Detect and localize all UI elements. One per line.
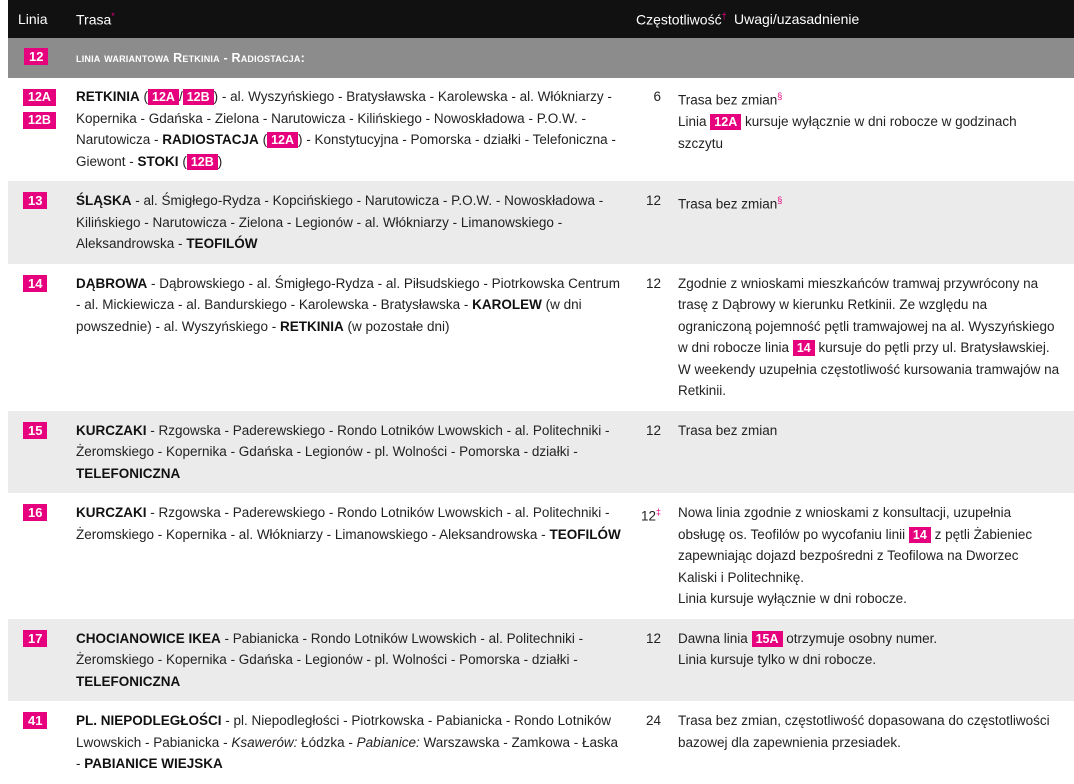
header-frequency: Częstotliwość† <box>636 10 727 28</box>
notes-cell: Trasa bez zmian§ <box>678 195 783 212</box>
table-row: 12A 12B RETKINIA (12A/12B) - al. Wyszyńs… <box>8 78 1074 181</box>
notes-cell: Trasa bez zmian, częstotliwość dopasowan… <box>678 713 1050 750</box>
header-route: Trasa* <box>76 10 115 28</box>
header-line: Linia <box>18 11 48 27</box>
route-cell: CHOCIANOWICE IKEA - Pabianicka - Rondo L… <box>76 630 584 689</box>
line-cell: 15 <box>8 420 76 485</box>
table-row: 16 KURCZAKI - Rzgowska - Paderewskiego -… <box>8 493 1074 619</box>
line-cell: 17 <box>8 628 76 693</box>
banner-title: linia wariantowa Retkinia - Radiostacja: <box>76 51 305 65</box>
frequency-cell: 12 <box>645 193 661 208</box>
line-badge: 15 <box>23 421 48 439</box>
route-cell: KURCZAKI - Rzgowska - Paderewskiego - Ro… <box>76 422 610 481</box>
route-cell: ŚLĄSKA - al. Śmigłego-Rydza - Kopcińskie… <box>76 193 604 251</box>
notes-cell: Dawna linia 15A otrzymuje osobny numer. L… <box>678 630 938 667</box>
notes-cell: Nowa linia zgodnie z wnioskami z konsult… <box>678 505 1033 606</box>
notes-cell: Trasa bez zmian <box>678 422 778 438</box>
line-badge: 41 <box>23 712 48 729</box>
line-badge: 13 <box>23 192 48 209</box>
routes-table: Linia Trasa* Częstotliwość† Uwagi/uzasad… <box>8 0 1074 784</box>
table-row: 13 ŚLĄSKA - al. Śmigłego-Rydza - Kopcińs… <box>8 181 1074 264</box>
line-cell: 12A 12B <box>8 86 76 172</box>
frequency-cell: 12‡ <box>640 507 661 524</box>
frequency-cell: 6 <box>653 89 661 104</box>
notes-cell: Zgodnie z wnioskami mieszkańców tramwaj … <box>678 275 1060 399</box>
route-cell: PL. NIEPODLEGŁOŚCI - pl. Niepodległości … <box>76 713 619 771</box>
table-row: 15 KURCZAKI - Rzgowska - Paderewskiego -… <box>8 410 1074 493</box>
route-cell: RETKINIA (12A/12B) - al. Wyszyńskiego - … <box>76 89 616 170</box>
line-badge: 14 <box>23 274 48 292</box>
line-badge: 17 <box>23 629 48 647</box>
frequency-cell: 12 <box>645 422 661 438</box>
table-row: 17 CHOCIANOWICE IKEA - Pabianicka - Rond… <box>8 618 1074 701</box>
route-cell: DĄBROWA - Dąbrowskiego - al. Śmigłego-Ry… <box>76 275 620 334</box>
line-badge: 16 <box>23 504 48 521</box>
frequency-cell: 12 <box>645 275 661 291</box>
line-badge: 12A <box>23 89 56 106</box>
frequency-cell: 12 <box>645 630 661 646</box>
route-cell: KURCZAKI - Rzgowska - Paderewskiego - Ro… <box>76 505 621 542</box>
variant-banner: 12 linia wariantowa Retkinia - Radiostac… <box>8 38 1074 78</box>
table-row: 14 DĄBROWA - Dąbrowskiego - al. Śmigłego… <box>8 264 1074 411</box>
line-cell: 16 <box>8 502 76 610</box>
line-cell: 13 <box>8 190 76 255</box>
table-row: 41 PL. NIEPODLEGŁOŚCI - pl. Niepodległoś… <box>8 701 1074 784</box>
table-header: Linia Trasa* Częstotliwość† Uwagi/uzasad… <box>8 0 1074 38</box>
line-badge: 12B <box>23 112 56 129</box>
line-cell: 41 <box>8 710 76 775</box>
line-cell: 14 <box>8 273 76 402</box>
header-notes: Uwagi/uzasadnienie <box>734 11 860 27</box>
line-badge: 12 <box>24 48 49 65</box>
notes-cell: Trasa bez zmian§ Linia 12A kursuje wyłąc… <box>678 91 1017 151</box>
frequency-cell: 24 <box>645 713 661 728</box>
